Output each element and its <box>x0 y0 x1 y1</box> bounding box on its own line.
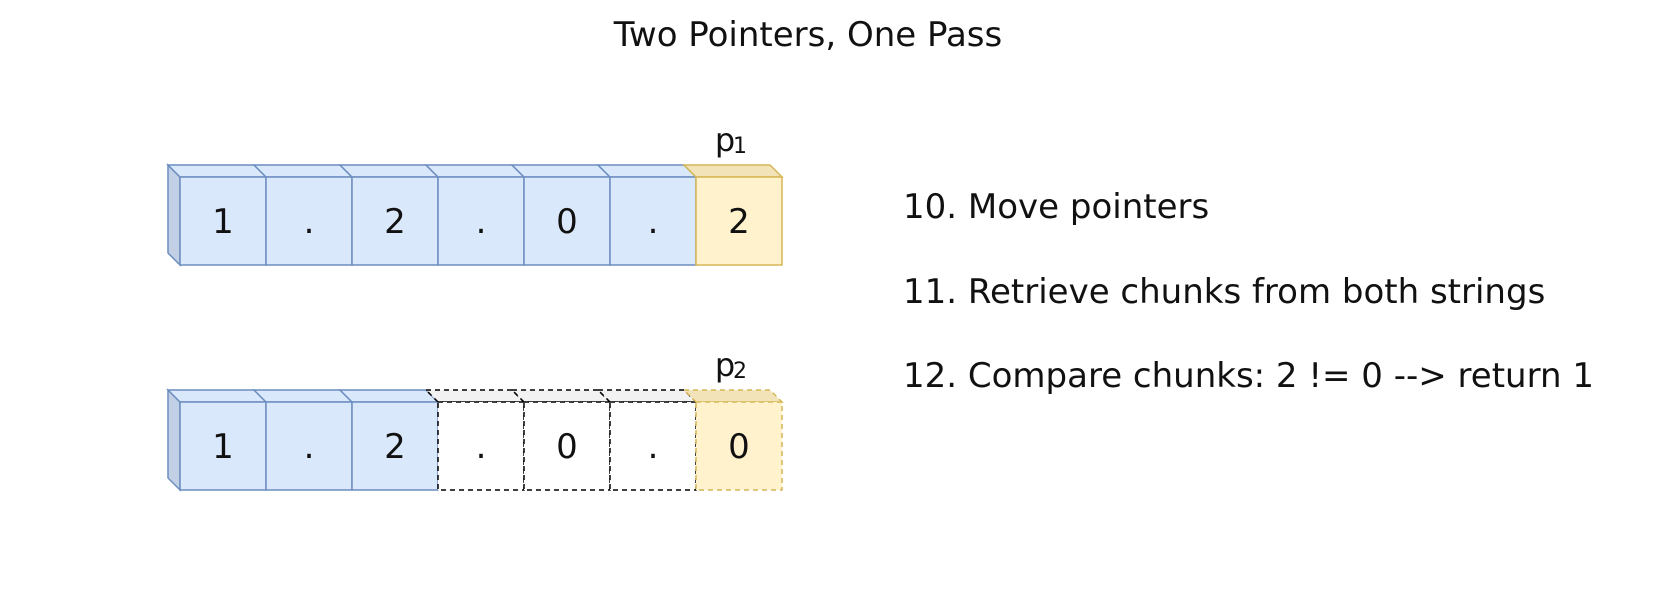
step-item: 10. Move pointers <box>903 187 1209 227</box>
cell-top-face <box>424 164 526 178</box>
steps-list: 10. Move pointers 11. Retrieve chunks fr… <box>903 187 1594 396</box>
step-item: 11. Retrieve chunks from both strings <box>903 272 1545 312</box>
array-side-face <box>167 163 181 267</box>
array-cell: 1 <box>166 389 268 491</box>
array-cell: 0 <box>682 389 784 491</box>
cell-value: 0 <box>556 202 578 242</box>
pointer-subscript: 2 <box>733 359 747 384</box>
cell-value: . <box>476 202 487 242</box>
array-cell: . <box>252 164 354 266</box>
step-item: 12. Compare chunks: 2 != 0 --> return 1 <box>903 356 1594 396</box>
cell-top-face <box>166 164 268 178</box>
string-array-2: 1. 2. 0. 0 p2 <box>166 346 784 492</box>
cell-top-face <box>682 389 784 403</box>
diagram-title: Two Pointers, One Pass <box>613 15 1002 55</box>
array-cell: 0 <box>510 164 612 266</box>
array-cell: 2 <box>338 389 440 491</box>
cell-top-face <box>596 389 698 403</box>
cell-value: . <box>648 202 659 242</box>
cell-top-face <box>510 164 612 178</box>
cell-value: 0 <box>728 427 750 467</box>
cell-top-face <box>510 389 612 403</box>
array-side-face <box>167 388 181 492</box>
cell-value: 1 <box>212 202 234 242</box>
diagram-svg: Two Pointers, One Pass 1. 2. 0. 2p11. 2. 0. 0p… <box>166 15 1594 492</box>
cell-top-face <box>166 389 268 403</box>
array-cell: . <box>252 389 354 491</box>
arrays-layer: 1. 2. 0. 2p11. 2. 0. 0p2 <box>166 121 784 492</box>
diagram-canvas: Two Pointers, One Pass 1.2.0.2p11.2.0.0p… <box>0 0 1680 600</box>
array-cell: . <box>424 389 526 491</box>
pointer-p1: p1 <box>715 121 747 159</box>
cell-top-face <box>682 164 784 178</box>
cell-value: 1 <box>212 427 234 467</box>
cell-value: 2 <box>384 202 406 242</box>
cell-top-face <box>252 164 354 178</box>
array-cell: . <box>596 164 698 266</box>
array-cell: . <box>424 164 526 266</box>
array-cell: 1 <box>166 164 268 266</box>
pointer-p2: p2 <box>715 346 747 384</box>
cell-value: 2 <box>728 202 750 242</box>
cell-value: . <box>304 427 315 467</box>
array-cell: 0 <box>510 389 612 491</box>
cell-top-face <box>252 389 354 403</box>
array-cell: 2 <box>338 164 440 266</box>
cell-top-face <box>338 164 440 178</box>
cell-top-face <box>424 389 526 403</box>
cell-value: 2 <box>384 427 406 467</box>
cell-top-face <box>596 164 698 178</box>
array-cell: . <box>596 389 698 491</box>
cell-top-face <box>338 389 440 403</box>
string-array-1: 1. 2. 0. 2 p1 <box>166 121 784 267</box>
cell-value: . <box>648 427 659 467</box>
cell-value: . <box>476 427 487 467</box>
cell-value: 0 <box>556 427 578 467</box>
cell-value: . <box>304 202 315 242</box>
array-cell: 2 <box>682 164 784 266</box>
pointer-subscript: 1 <box>733 134 747 159</box>
